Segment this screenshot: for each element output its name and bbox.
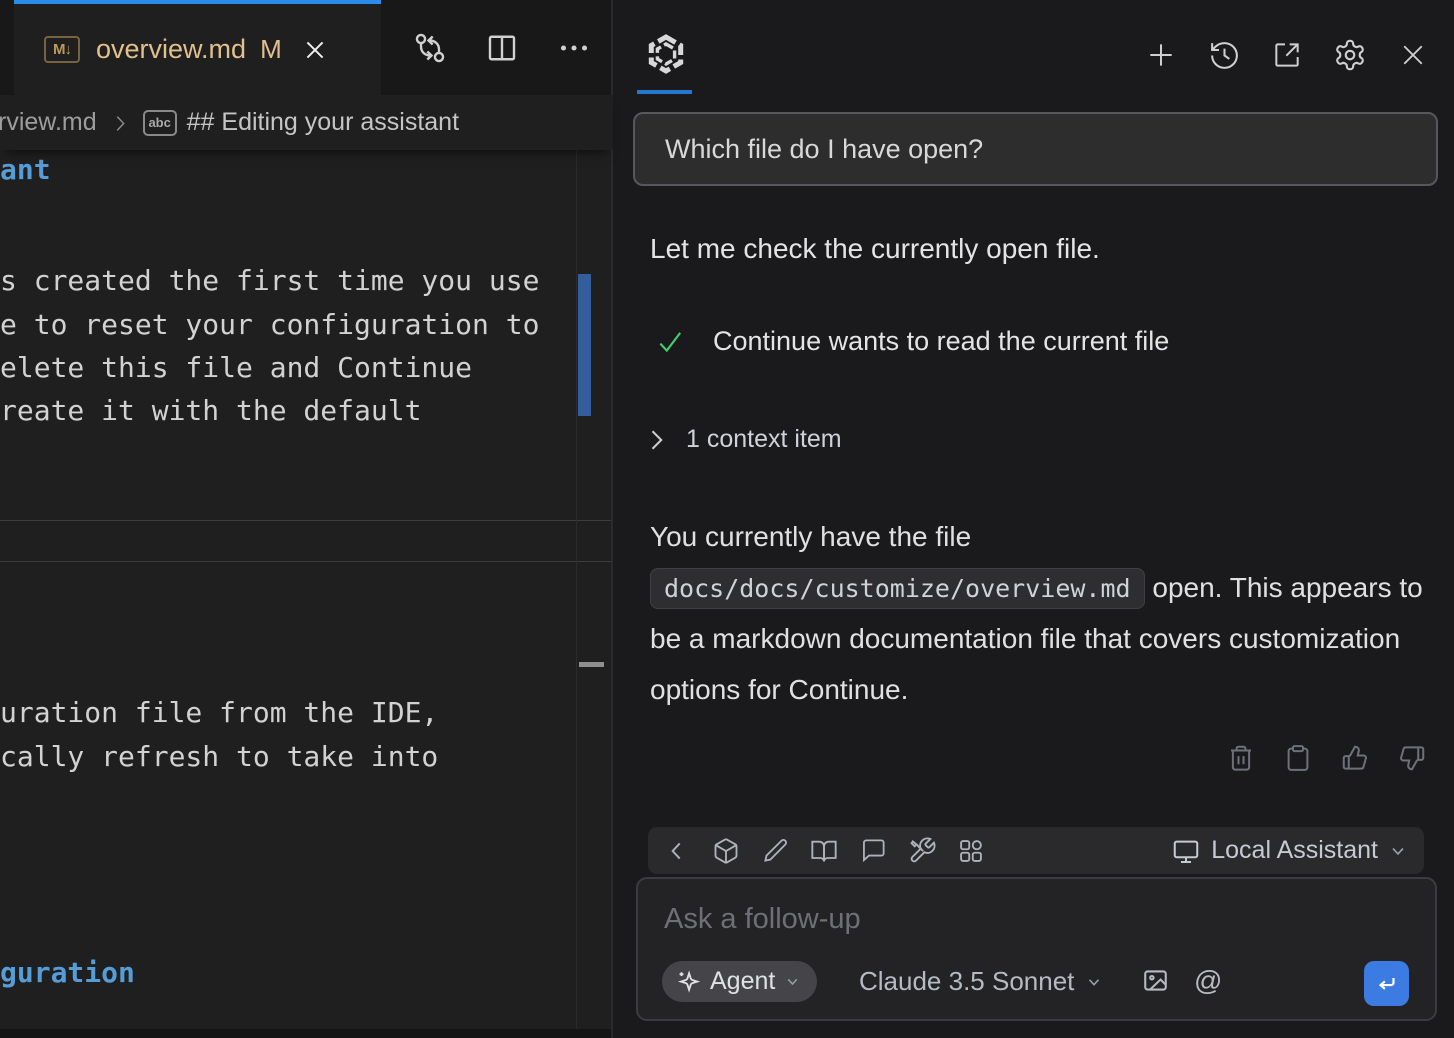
open-in-new-window-icon[interactable] (1270, 38, 1304, 72)
context-items-label: 1 context item (686, 425, 842, 454)
sparkles-icon (675, 969, 701, 995)
user-message-card[interactable]: Which file do I have open? (633, 112, 1438, 186)
panel-header (613, 0, 1454, 95)
docs-book-icon[interactable] (809, 836, 839, 866)
delete-message-icon[interactable] (1225, 742, 1257, 774)
monitor-icon (1171, 836, 1201, 866)
tool-call-status-text: Continue wants to read the current file (713, 326, 1169, 357)
tab-overview-md[interactable]: M↓ overview.md M (14, 0, 381, 95)
overview-ruler-selection-marker (578, 274, 591, 416)
assistant-selector-label: Local Assistant (1211, 836, 1378, 865)
editor-tab-bar: M↓ overview.md M (0, 0, 613, 95)
attach-image-icon[interactable] (1141, 966, 1170, 995)
blocks-cube-icon[interactable] (711, 836, 741, 866)
scrollbar-slider[interactable] (579, 662, 604, 667)
mode-selector-label: Agent (710, 967, 775, 996)
message-actions-row (1225, 742, 1428, 774)
send-button[interactable] (1364, 961, 1409, 1006)
editor-bottom-edge (0, 1029, 611, 1038)
chevron-down-icon (1085, 973, 1103, 991)
editor-pane[interactable]: M↓ overview.md M (0, 0, 613, 1038)
assistant-selector[interactable]: Local Assistant (1171, 836, 1408, 866)
code-line[interactable]: guration (0, 956, 135, 992)
input-toolbar: Local Assistant (648, 827, 1424, 874)
open-changes-icon[interactable] (411, 29, 449, 67)
history-icon[interactable] (1207, 38, 1241, 72)
answer-part1: You currently have the file (650, 521, 971, 552)
active-tab-indicator (637, 90, 692, 94)
chevron-down-icon (784, 973, 801, 990)
model-selector[interactable]: Claude 3.5 Sonnet (859, 961, 1103, 1002)
code-line[interactable]: elete this file and Continue (0, 351, 472, 387)
copy-message-icon[interactable] (1282, 742, 1314, 774)
git-modified-badge: M (260, 34, 282, 65)
new-session-icon[interactable] (1144, 38, 1178, 72)
chevron-down-icon (1388, 841, 1408, 861)
model-selector-label: Claude 3.5 Sonnet (859, 966, 1074, 997)
breadcrumb-separator-icon (109, 108, 131, 137)
split-editor-icon[interactable] (483, 29, 521, 67)
code-line[interactable]: uration file from the IDE, (0, 696, 438, 732)
mention-at-icon[interactable]: @ (1194, 967, 1222, 995)
breadcrumb: rview.md abc ## Editing your assistant (0, 95, 613, 150)
assistant-message-text: Let me check the currently open file. (650, 233, 1100, 265)
continue-chat-panel: Which file do I have open? Let me check … (613, 0, 1454, 1038)
blocks-grid-icon[interactable] (956, 836, 986, 866)
mode-selector[interactable]: Agent (662, 961, 817, 1002)
assistant-answer-text: You currently have the file docs/docs/cu… (650, 512, 1440, 715)
input-attachments: @ (1141, 966, 1222, 995)
user-message-text: Which file do I have open? (665, 134, 983, 165)
chat-input[interactable] (664, 897, 1404, 941)
continue-logo-icon[interactable] (644, 32, 688, 76)
edit-pencil-icon[interactable] (760, 836, 790, 866)
code-line[interactable]: cally refresh to take into (0, 740, 438, 776)
string-symbol-icon: abc (143, 110, 177, 136)
code-line[interactable]: s created the first time you use (0, 264, 539, 300)
file-path-code-chip: docs/docs/customize/overview.md (650, 568, 1145, 609)
code-line[interactable]: e to reset your configuration to (0, 308, 539, 344)
tab-filename: overview.md (96, 34, 246, 65)
current-line-highlight (0, 520, 611, 562)
settings-gear-icon[interactable] (1333, 38, 1367, 72)
close-panel-icon[interactable] (1396, 38, 1430, 72)
prompts-chat-icon[interactable] (858, 836, 888, 866)
tool-call-status-row[interactable]: Continue wants to read the current file (655, 326, 1169, 357)
more-actions-icon[interactable] (555, 29, 593, 67)
breadcrumb-symbol[interactable]: ## Editing your assistant (187, 108, 459, 137)
context-items-toggle[interactable]: 1 context item (642, 425, 842, 454)
markdown-file-icon: M↓ (44, 36, 80, 63)
check-icon (655, 327, 685, 357)
breadcrumb-file[interactable]: rview.md (0, 108, 97, 137)
chat-input-container[interactable]: Agent Claude 3.5 Sonnet (636, 877, 1437, 1021)
thumbs-down-icon[interactable] (1396, 742, 1428, 774)
thumbs-up-icon[interactable] (1339, 742, 1371, 774)
overview-ruler-divider (576, 150, 577, 1029)
code-line[interactable]: reate it with the default (0, 394, 421, 430)
collapse-left-icon[interactable] (662, 836, 692, 866)
tab-close-icon[interactable] (302, 37, 328, 63)
chevron-right-icon (642, 426, 670, 454)
tools-icon[interactable] (907, 836, 937, 866)
code-line[interactable]: ant (0, 153, 51, 189)
